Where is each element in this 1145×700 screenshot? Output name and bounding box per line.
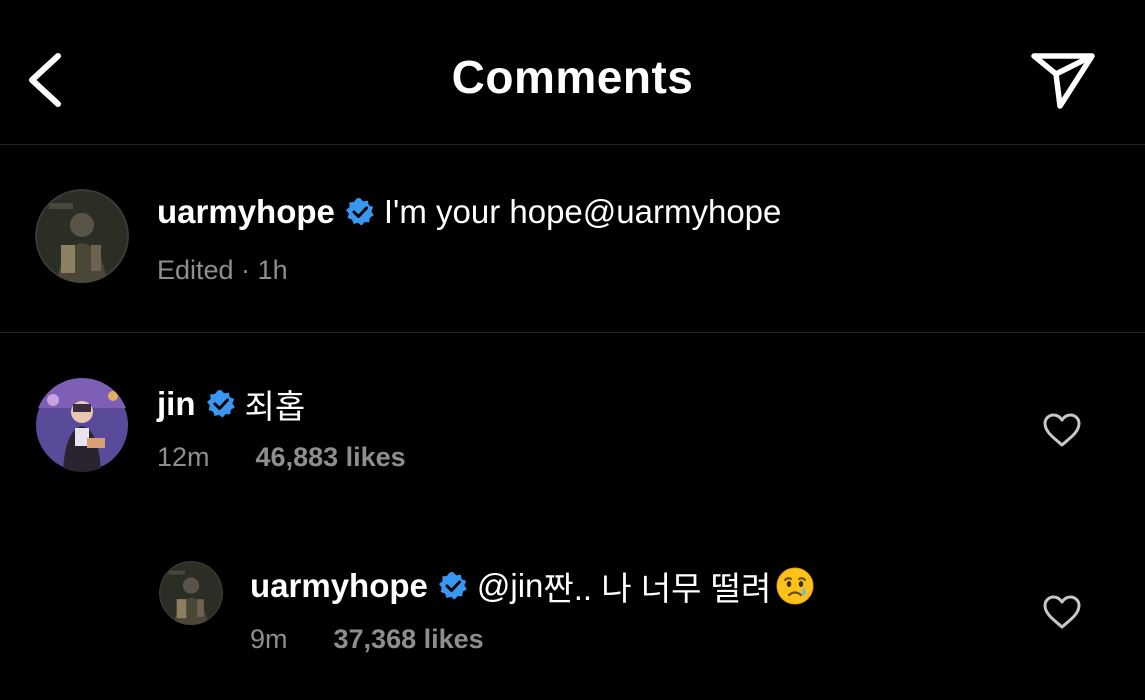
share-button[interactable] [1026, 48, 1100, 112]
heart-outline-icon [1043, 413, 1081, 447]
avatar[interactable] [159, 561, 223, 625]
reply-line: uarmyhope @jin 짠.. 나 너무 떨려 [250, 562, 815, 610]
heart-outline-icon [1043, 595, 1081, 629]
crying-face-emoji-icon [775, 566, 815, 606]
comment-meta: 12m 46,883 likes [157, 442, 406, 473]
avatar[interactable] [35, 189, 129, 283]
caption-line: uarmyhope I'm your hope @uarmyhope [157, 193, 781, 231]
reply-time: 9m [250, 624, 288, 654]
post-caption: uarmyhope I'm your hope @uarmyhope Edite… [0, 145, 1145, 333]
reply-likes-link[interactable]: 37,368 likes [334, 624, 484, 654]
caption-text: I'm your hope [383, 193, 583, 230]
comment-line: jin 죄홉 [157, 380, 305, 428]
header-bar: Comments [0, 0, 1145, 145]
reply-mention-link[interactable]: @jin [477, 567, 544, 605]
paper-plane-icon [1031, 53, 1095, 109]
comment-time: 12m [157, 442, 210, 472]
reply-meta: 9m 37,368 likes [250, 624, 484, 655]
reply-text: 짠.. 나 너무 떨려 [543, 570, 772, 607]
comment-username[interactable]: jin [157, 385, 196, 423]
reply-username[interactable]: uarmyhope [250, 567, 428, 605]
comment-text: 죄홉 [244, 388, 306, 425]
verified-badge-icon [206, 389, 236, 419]
caption-username[interactable]: uarmyhope [157, 193, 335, 231]
verified-badge-icon [345, 197, 375, 227]
caption-meta: Edited · 1h [157, 255, 288, 285]
comment-likes-link[interactable]: 46,883 likes [256, 442, 406, 472]
avatar[interactable] [35, 378, 129, 472]
like-button[interactable] [1042, 412, 1082, 448]
page-title: Comments [451, 51, 694, 103]
verified-badge-icon [438, 571, 468, 601]
caption-mention-link[interactable]: @uarmyhope [583, 193, 782, 231]
like-button[interactable] [1042, 594, 1082, 630]
